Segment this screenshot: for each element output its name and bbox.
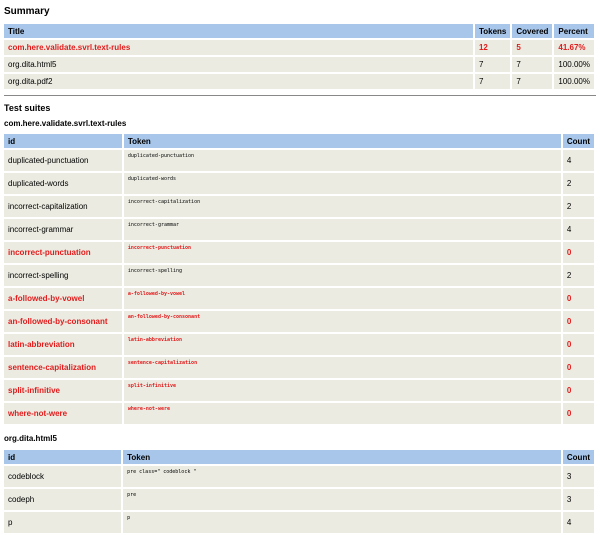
suite-row: where-not-were where-not-were 0 <box>4 403 594 424</box>
suite-table-html5: id Token Count codeblock pre class=" code… <box>2 448 596 535</box>
suite-col-token: Token <box>123 134 561 148</box>
summary-title: com.here.validate.svrl.text-rules <box>4 40 473 55</box>
token-value: incorrect-capitalization <box>123 196 561 217</box>
token-id: codeph <box>4 489 122 510</box>
token-value: incorrect-grammar <box>123 219 561 240</box>
suite-row: incorrect-grammar incorrect-grammar 4 <box>4 219 594 240</box>
token-count: 3 <box>562 466 594 487</box>
suite-row: latin-abbreviation latin-abbreviation 0 <box>4 334 594 355</box>
suite-row: incorrect-punctuation incorrect-punctuati… <box>4 242 594 263</box>
token-count: 0 <box>562 403 594 424</box>
suite-title: com.here.validate.svrl.text-rules <box>4 119 127 128</box>
suite-col-token: Token <box>123 450 561 464</box>
suite-table-text-rules: id Token Count duplicated-punctuation dup… <box>2 132 596 426</box>
token-id: codeblock <box>4 466 122 487</box>
token-count: 0 <box>562 334 594 355</box>
summary-row: com.here.validate.svrl.text-rules 12 5 4… <box>4 40 594 55</box>
suite-row: codeph pre 3 <box>4 489 594 510</box>
summary-col-covered: Covered <box>512 24 553 38</box>
summary-title: org.dita.html5 <box>4 57 473 72</box>
token-id: split-infinitive <box>4 380 122 401</box>
suite-row: pp4 <box>4 512 594 533</box>
token-value: p <box>123 512 561 533</box>
summary-heading: Summary <box>4 6 50 17</box>
token-id: latin-abbreviation <box>4 334 122 355</box>
summary-tokens: 12 <box>474 40 511 55</box>
suite-col-count: Count <box>562 450 594 464</box>
suite-row: duplicated-punctuation duplicated-punctua… <box>4 150 594 171</box>
token-value: incorrect-punctuation <box>123 242 561 263</box>
summary-tokens: 7 <box>474 74 511 89</box>
token-id: p <box>4 512 122 533</box>
summary-col-tokens: Tokens <box>474 24 511 38</box>
token-count: 0 <box>562 380 594 401</box>
suite-row: incorrect-spelling incorrect-spelling 2 <box>4 265 594 286</box>
summary-row: org.dita.pdf2 7 7 100.00% <box>4 74 594 89</box>
token-id: incorrect-punctuation <box>4 242 122 263</box>
token-value: incorrect-spelling <box>123 265 561 286</box>
token-count: 0 <box>562 288 594 309</box>
token-value: sentence-capitalization <box>123 357 561 378</box>
suite-row: incorrect-capitalization incorrect-capita… <box>4 196 594 217</box>
token-count: 4 <box>562 219 594 240</box>
token-id: duplicated-words <box>4 173 122 194</box>
token-count: 2 <box>562 265 594 286</box>
token-id: where-not-were <box>4 403 122 424</box>
suite-row: duplicated-words duplicated-words 2 <box>4 173 594 194</box>
summary-tokens: 7 <box>474 57 511 72</box>
token-value: a-followed-by-vowel <box>123 288 561 309</box>
token-value: duplicated-punctuation <box>123 150 561 171</box>
token-value: split-infinitive <box>123 380 561 401</box>
token-id: a-followed-by-vowel <box>4 288 122 309</box>
token-count: 0 <box>562 242 594 263</box>
token-value: duplicated-words <box>123 173 561 194</box>
suite-row: an-followed-by-consonant an-followed-by-c… <box>4 311 594 332</box>
token-count: 4 <box>562 512 594 533</box>
token-count: 0 <box>562 311 594 332</box>
token-id: incorrect-spelling <box>4 265 122 286</box>
suite-col-id: id <box>4 450 122 464</box>
token-count: 2 <box>562 196 594 217</box>
token-value: where-not-were <box>123 403 561 424</box>
suite-row: a-followed-by-vowel a-followed-by-vowel 0 <box>4 288 594 309</box>
token-value: latin-abbreviation <box>123 334 561 355</box>
summary-title: org.dita.pdf2 <box>4 74 473 89</box>
suite-row: codeblock pre class=" codeblock " 3 <box>4 466 594 487</box>
token-value: an-followed-by-consonant <box>123 311 561 332</box>
summary-covered: 7 <box>512 74 553 89</box>
suite-row: sentence-capitalization sentence-capitali… <box>4 357 594 378</box>
summary-row: org.dita.html5 7 7 100.00% <box>4 57 594 72</box>
test-suites-heading: Test suites <box>4 103 51 113</box>
token-id: an-followed-by-consonant <box>4 311 122 332</box>
token-id: incorrect-capitalization <box>4 196 122 217</box>
token-count: 0 <box>562 357 594 378</box>
suite-title: org.dita.html5 <box>4 434 57 443</box>
token-id: sentence-capitalization <box>4 357 122 378</box>
report-page: Summary Title Tokens Covered Percent com… <box>0 0 600 535</box>
token-count: 3 <box>562 489 594 510</box>
summary-covered: 5 <box>512 40 553 55</box>
token-count: 2 <box>562 173 594 194</box>
token-id: duplicated-punctuation <box>4 150 122 171</box>
suite-row: split-infinitive split-infinitive 0 <box>4 380 594 401</box>
suite-col-count: Count <box>562 134 594 148</box>
summary-covered: 7 <box>512 57 553 72</box>
token-count: 4 <box>562 150 594 171</box>
token-value: pre class=" codeblock " <box>123 466 561 487</box>
summary-col-title: Title <box>4 24 473 38</box>
token-id: incorrect-grammar <box>4 219 122 240</box>
summary-percent: 41.67% <box>554 40 594 55</box>
suite-col-id: id <box>4 134 122 148</box>
summary-percent: 100.00% <box>554 57 594 72</box>
token-value: pre <box>123 489 561 510</box>
summary-col-percent: Percent <box>554 24 594 38</box>
summary-percent: 100.00% <box>554 74 594 89</box>
summary-table: Title Tokens Covered Percent com.here.va… <box>2 22 596 91</box>
